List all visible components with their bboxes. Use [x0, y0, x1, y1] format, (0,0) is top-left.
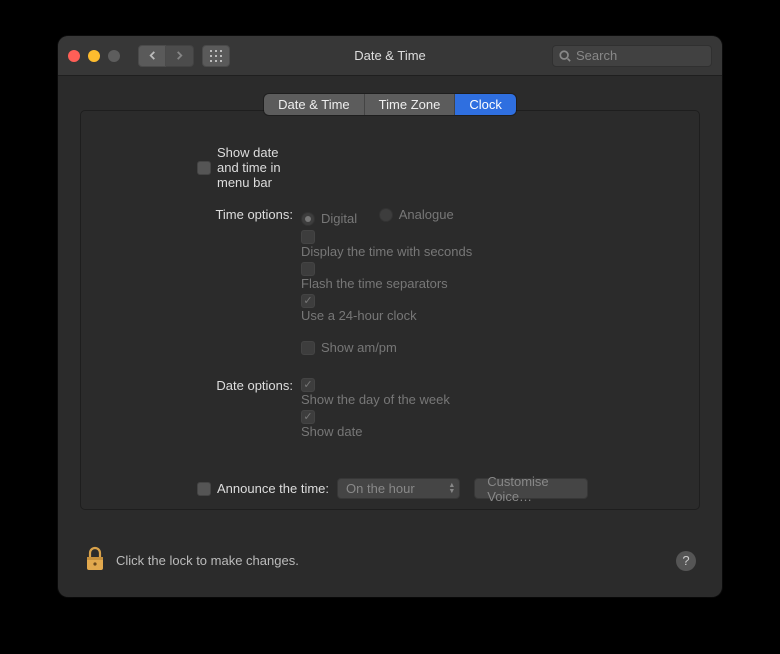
customise-voice-button[interactable]: Customise Voice… — [474, 478, 588, 499]
checkbox-icon — [301, 341, 315, 355]
tabs: Date & Time Time Zone Clock — [80, 94, 700, 115]
show-menubar-checkbox[interactable]: Show date and time in menu bar — [197, 145, 293, 190]
minimize-button[interactable] — [88, 50, 100, 62]
checkbox-icon — [301, 230, 315, 244]
help-button[interactable]: ? — [676, 551, 696, 571]
content-area: Date & Time Time Zone Clock Show date an… — [58, 76, 722, 597]
checkbox-icon — [301, 294, 315, 308]
back-button[interactable] — [138, 45, 166, 67]
nav-buttons — [138, 45, 194, 67]
zoom-button[interactable] — [108, 50, 120, 62]
tab-clock[interactable]: Clock — [455, 94, 516, 115]
lock-icon[interactable] — [84, 546, 106, 575]
preferences-window: Date & Time Search Date & Time Time Zone… — [58, 36, 722, 597]
footer: Click the lock to make changes. ? — [80, 532, 700, 585]
show-date-checkbox[interactable]: Show date — [301, 410, 679, 439]
analogue-radio[interactable]: Analogue — [379, 207, 454, 222]
tab-time-zone[interactable]: Time Zone — [365, 94, 456, 115]
clock-panel: Show date and time in menu bar Time opti… — [80, 110, 700, 510]
announce-interval-select[interactable]: On the hour ▲▼ — [337, 478, 460, 499]
flash-separators-checkbox[interactable]: Flash the time separators — [301, 262, 679, 291]
search-field[interactable]: Search — [552, 45, 712, 67]
radio-icon — [379, 208, 393, 222]
checkbox-icon — [301, 262, 315, 276]
show-all-button[interactable] — [202, 45, 230, 67]
digital-radio[interactable]: Digital — [301, 211, 357, 226]
lock-text: Click the lock to make changes. — [116, 553, 299, 568]
traffic-lights — [68, 50, 120, 62]
forward-button[interactable] — [166, 45, 194, 67]
chevron-updown-icon: ▲▼ — [448, 483, 455, 495]
date-options-label: Date options: — [101, 378, 301, 393]
search-placeholder: Search — [576, 48, 617, 63]
titlebar: Date & Time Search — [58, 36, 722, 76]
radio-icon — [301, 212, 315, 226]
checkbox-icon — [197, 161, 211, 175]
announce-time-checkbox[interactable]: Announce the time: — [197, 481, 329, 496]
search-icon — [559, 50, 571, 62]
show-dow-checkbox[interactable]: Show the day of the week — [301, 378, 679, 407]
checkbox-icon — [301, 410, 315, 424]
tab-date-time[interactable]: Date & Time — [264, 94, 365, 115]
close-button[interactable] — [68, 50, 80, 62]
time-options-label: Time options: — [101, 207, 301, 222]
checkbox-icon — [197, 482, 211, 496]
checkbox-icon — [301, 378, 315, 392]
display-seconds-checkbox[interactable]: Display the time with seconds — [301, 230, 679, 259]
show-ampm-checkbox[interactable]: Show am/pm — [301, 340, 397, 355]
use-24h-checkbox[interactable]: Use a 24-hour clock — [301, 294, 679, 323]
